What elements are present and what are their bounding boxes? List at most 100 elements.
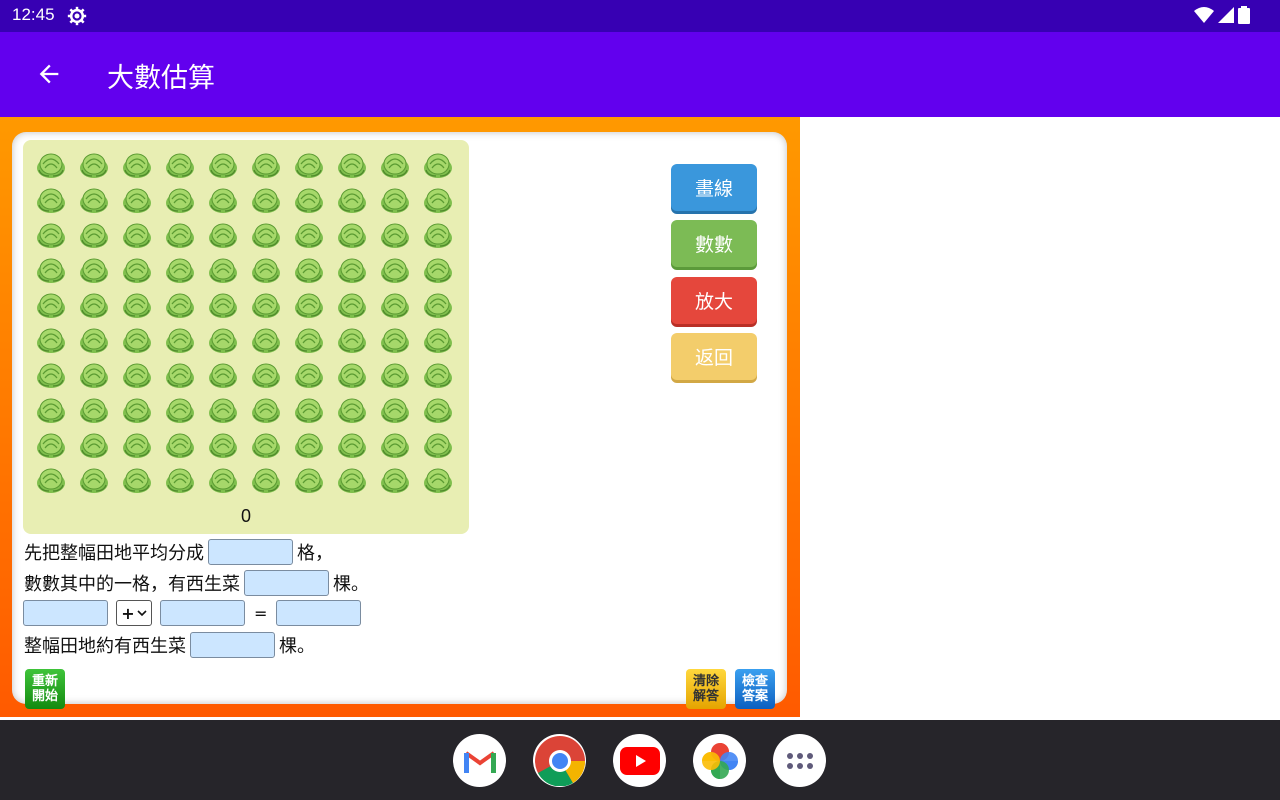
cabbage-icon — [381, 398, 409, 423]
status-time: 12:45 — [12, 5, 55, 24]
cabbage-icon — [80, 468, 108, 493]
cabbage-icon — [123, 433, 151, 458]
question-text: 格， — [297, 543, 333, 564]
cabbage-icon — [295, 363, 323, 388]
check-answers-button[interactable]: 檢查答案 — [735, 669, 775, 709]
draw-line-button[interactable]: 畫線 — [671, 164, 757, 211]
cabbage-icon — [123, 398, 151, 423]
count-button[interactable]: 數數 — [671, 220, 757, 267]
cabbage-icon — [37, 293, 65, 318]
question-text: 整幅田地約有西生菜 — [24, 636, 186, 657]
cabbage-icon — [338, 468, 366, 493]
cabbage-icon — [295, 258, 323, 283]
question-text: 數數其中的一格，有西生菜 — [24, 574, 240, 595]
cabbage-icon — [166, 293, 194, 318]
divisions-input[interactable] — [208, 539, 293, 565]
cabbage-icon — [424, 363, 452, 388]
cabbage-icon — [381, 258, 409, 283]
cabbage-icon — [37, 363, 65, 388]
cabbage-icon — [295, 468, 323, 493]
result-input[interactable] — [276, 600, 362, 626]
question-line-2: 數數其中的一格，有西生菜 棵。 — [24, 570, 369, 596]
photos-icon[interactable] — [693, 734, 746, 787]
cabbage-icon — [424, 398, 452, 423]
cabbage-icon — [381, 433, 409, 458]
cabbage-icon — [209, 223, 237, 248]
cabbage-icon — [209, 153, 237, 178]
check-label: 檢查答案 — [741, 674, 768, 704]
clear-answers-button[interactable]: 清除解答 — [686, 669, 726, 709]
cabbage-icon — [123, 328, 151, 353]
cabbage-icon — [295, 188, 323, 213]
app-drawer-icon[interactable] — [773, 734, 826, 787]
cabbage-icon — [166, 433, 194, 458]
cabbage-icon — [166, 223, 194, 248]
cabbage-icon — [252, 468, 280, 493]
app-bar: 大數估算 — [0, 32, 1280, 117]
cabbage-icon — [37, 188, 65, 213]
question-text: 先把整幅田地平均分成 — [24, 543, 204, 564]
chrome-icon[interactable] — [533, 734, 586, 787]
cabbage-icon — [424, 433, 452, 458]
cabbage-icon — [252, 328, 280, 353]
operand-1-input[interactable] — [23, 600, 108, 626]
cabbage-icon — [381, 468, 409, 493]
youtube-icon[interactable] — [613, 734, 666, 787]
count-per-cell-input[interactable] — [244, 570, 329, 596]
cabbage-icon — [123, 153, 151, 178]
cabbage-icon — [424, 468, 452, 493]
zoom-button[interactable]: 放大 — [671, 277, 757, 324]
back-button[interactable]: 返回 — [671, 333, 757, 380]
question-line-1: 先把整幅田地平均分成 格， — [24, 539, 333, 565]
cabbage-icon — [338, 153, 366, 178]
cabbage-icon — [80, 293, 108, 318]
cabbage-icon — [123, 188, 151, 213]
cabbage-icon — [166, 188, 194, 213]
cabbage-icon — [209, 398, 237, 423]
cabbage-icon — [424, 188, 452, 213]
restart-button[interactable]: 重新開始 — [25, 669, 65, 709]
cell-signal-icon — [1218, 7, 1234, 23]
cabbage-icon — [166, 258, 194, 283]
cabbage-icon — [381, 188, 409, 213]
cabbage-icon — [80, 398, 108, 423]
operator-select[interactable]: + — [116, 600, 152, 626]
question-text: 棵。 — [333, 574, 369, 595]
total-estimate-input[interactable] — [190, 632, 275, 658]
cabbage-icon — [338, 433, 366, 458]
cabbage-icon — [209, 363, 237, 388]
settings-gear-icon — [67, 6, 87, 26]
cabbage-icon — [209, 433, 237, 458]
cabbage-icon — [209, 188, 237, 213]
cabbage-field[interactable]: 0 — [23, 140, 469, 534]
cabbage-icon — [166, 363, 194, 388]
cabbage-icon — [338, 188, 366, 213]
back-arrow-icon[interactable] — [35, 60, 63, 88]
cabbage-icon — [338, 328, 366, 353]
cabbage-icon — [80, 153, 108, 178]
operand-2-input[interactable] — [160, 600, 245, 626]
cabbage-icon — [381, 363, 409, 388]
gmail-icon[interactable] — [453, 734, 506, 787]
cabbage-icon — [37, 433, 65, 458]
equals-sign: = — [254, 603, 268, 623]
cabbage-icon — [37, 468, 65, 493]
question-text: 棵。 — [279, 636, 315, 657]
cabbage-icon — [295, 398, 323, 423]
cabbage-icon — [123, 223, 151, 248]
cabbage-icon — [338, 398, 366, 423]
restart-label: 重新開始 — [31, 674, 58, 704]
cabbage-icon — [424, 258, 452, 283]
status-bar: 12:45 — [0, 0, 1280, 32]
cabbage-icon — [252, 398, 280, 423]
cabbage-icon — [252, 223, 280, 248]
cabbage-icon — [123, 258, 151, 283]
cabbage-icon — [209, 293, 237, 318]
cabbage-icon — [123, 293, 151, 318]
cabbage-icon — [381, 328, 409, 353]
cabbage-icon — [209, 468, 237, 493]
cabbage-grid[interactable] — [35, 148, 465, 498]
battery-icon — [1238, 6, 1250, 24]
cabbage-icon — [166, 153, 194, 178]
cabbage-icon — [37, 223, 65, 248]
